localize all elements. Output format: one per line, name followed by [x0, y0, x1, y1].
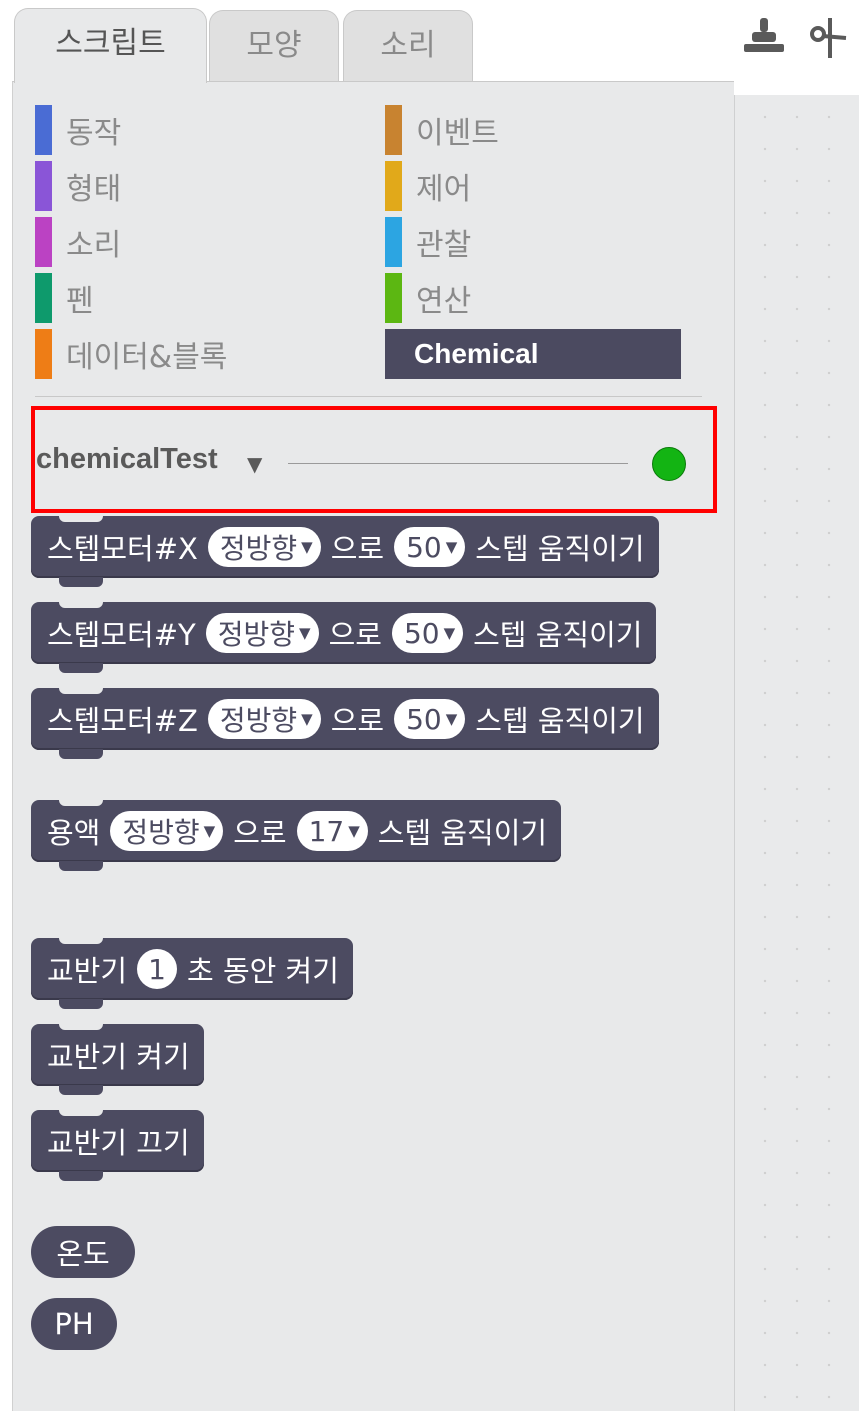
- category-swatch: [35, 105, 52, 155]
- category-looks[interactable]: 형태: [35, 161, 122, 211]
- steps-dropdown[interactable]: 50 ▼: [394, 699, 466, 739]
- dropdown-value: 정방향: [219, 532, 298, 565]
- category-motion[interactable]: 동작: [35, 105, 122, 155]
- direction-dropdown[interactable]: 정방향 ▼: [110, 811, 224, 851]
- category-swatch: [35, 217, 52, 267]
- steps-dropdown[interactable]: 50 ▼: [394, 527, 466, 567]
- block-text: 스텝 움직이기: [475, 532, 645, 566]
- tab-scripts[interactable]: 스크립트: [14, 8, 207, 83]
- category-pen[interactable]: 펜: [35, 273, 94, 323]
- category-label: 이벤트: [416, 116, 499, 151]
- block-stepper-z[interactable]: 스텝모터#Z 정방향 ▼ 으로 50 ▼ 스텝 움직이기: [31, 688, 659, 759]
- reporter-label: PH: [54, 1307, 94, 1341]
- block-text: 스텝 움직이기: [475, 704, 645, 738]
- category-swatch: [385, 217, 402, 267]
- palette-divider: [35, 396, 702, 397]
- dropdown-value: 정방향: [122, 816, 200, 849]
- tab-sounds[interactable]: 소리: [343, 10, 473, 82]
- tab-costumes[interactable]: 모양: [209, 10, 339, 82]
- block-solution[interactable]: 용액 정방향 ▼ 으로 17 ▼ 스텝 움직이기: [31, 800, 562, 871]
- category-label: Chemical: [414, 338, 539, 369]
- category-sensing[interactable]: 관찰: [385, 217, 472, 267]
- block-text: 스텝 움직이기: [473, 618, 643, 652]
- highlight-box: [31, 406, 717, 513]
- seconds-input[interactable]: 1: [137, 949, 178, 989]
- dropdown-value: 정방향: [217, 618, 296, 651]
- dropdown-value: 정방향: [219, 704, 298, 737]
- category-swatch: [35, 161, 52, 211]
- category-label: 연산: [416, 284, 472, 319]
- category-swatch: [35, 273, 52, 323]
- reporter-label: 온도: [56, 1237, 110, 1271]
- scissors-icon[interactable]: [806, 14, 854, 62]
- block-mixer-on[interactable]: 교반기 켜기: [31, 1024, 204, 1095]
- dropdown-value: 50: [406, 530, 442, 564]
- category-swatch: [35, 329, 52, 379]
- steps-dropdown[interactable]: 17 ▼: [296, 811, 368, 851]
- category-label: 데이터&블록: [66, 340, 228, 375]
- category-chemical[interactable]: Chemical: [385, 329, 681, 379]
- block-stepper-y[interactable]: 스텝모터#Y 정방향 ▼ 으로 50 ▼ 스텝 움직이기: [31, 602, 657, 673]
- block-text: 스텝모터#Z: [47, 704, 198, 738]
- block-text: 교반기: [47, 954, 128, 988]
- category-control[interactable]: 제어: [385, 161, 472, 211]
- block-text: 교반기 켜기: [47, 1040, 190, 1074]
- steps-dropdown[interactable]: 50 ▼: [391, 613, 464, 653]
- category-swatch: [385, 105, 402, 155]
- scripts-area[interactable]: [734, 95, 859, 1411]
- reporter-ph[interactable]: PH: [31, 1298, 117, 1350]
- category-label: 펜: [66, 284, 94, 319]
- block-mixer-off[interactable]: 교반기 끄기: [31, 1110, 204, 1181]
- reporter-temperature[interactable]: 온도: [31, 1226, 135, 1278]
- category-sound[interactable]: 소리: [35, 217, 122, 267]
- dropdown-value: 17: [308, 814, 345, 848]
- category-label: 동작: [66, 116, 122, 151]
- direction-dropdown[interactable]: 정방향 ▼: [207, 527, 321, 567]
- block-text: 교반기 끄기: [47, 1126, 190, 1160]
- category-operators[interactable]: 연산: [385, 273, 472, 323]
- dropdown-arrow-icon: ▼: [203, 822, 216, 840]
- dropdown-arrow-icon: ▼: [348, 822, 360, 840]
- direction-dropdown[interactable]: 정방향 ▼: [205, 613, 319, 653]
- direction-dropdown[interactable]: 정방향 ▼: [207, 699, 321, 739]
- category-label: 소리: [66, 228, 122, 263]
- dropdown-arrow-icon: ▼: [445, 538, 458, 556]
- block-text: 으로: [330, 532, 385, 566]
- dropdown-arrow-icon: ▼: [445, 710, 458, 728]
- category-swatch: [385, 161, 402, 211]
- block-stepper-x[interactable]: 스텝모터#X 정방향 ▼ 으로 50 ▼ 스텝 움직이기: [31, 516, 659, 587]
- dropdown-value: 50: [406, 702, 442, 736]
- stamp-icon[interactable]: [740, 14, 788, 62]
- tab-bar: 모양 소리 스크립트: [0, 0, 859, 83]
- category-events[interactable]: 이벤트: [385, 105, 499, 155]
- category-label: 제어: [416, 172, 472, 207]
- dropdown-arrow-icon: ▼: [301, 538, 313, 556]
- block-text: 스텝모터#X: [47, 532, 198, 566]
- block-text: 으로: [328, 618, 382, 652]
- dropdown-value: 50: [403, 616, 440, 650]
- dropdown-arrow-icon: ▼: [301, 710, 313, 728]
- block-text: 으로: [330, 704, 385, 738]
- category-label: 관찰: [416, 228, 472, 263]
- block-text: 스텝모터#Y: [47, 618, 196, 652]
- block-mixer-timed[interactable]: 교반기 1 초 동안 켜기: [31, 938, 353, 1009]
- category-data[interactable]: 데이터&블록: [35, 329, 228, 379]
- block-text: 용액: [47, 816, 101, 850]
- block-text: 초 동안 켜기: [187, 954, 339, 988]
- block-text: 으로: [233, 816, 287, 850]
- category-label: 형태: [66, 172, 122, 207]
- dropdown-arrow-icon: ▼: [299, 624, 311, 642]
- category-swatch: [385, 273, 402, 323]
- block-text: 스텝 움직이기: [377, 816, 548, 850]
- dropdown-arrow-icon: ▼: [443, 624, 456, 642]
